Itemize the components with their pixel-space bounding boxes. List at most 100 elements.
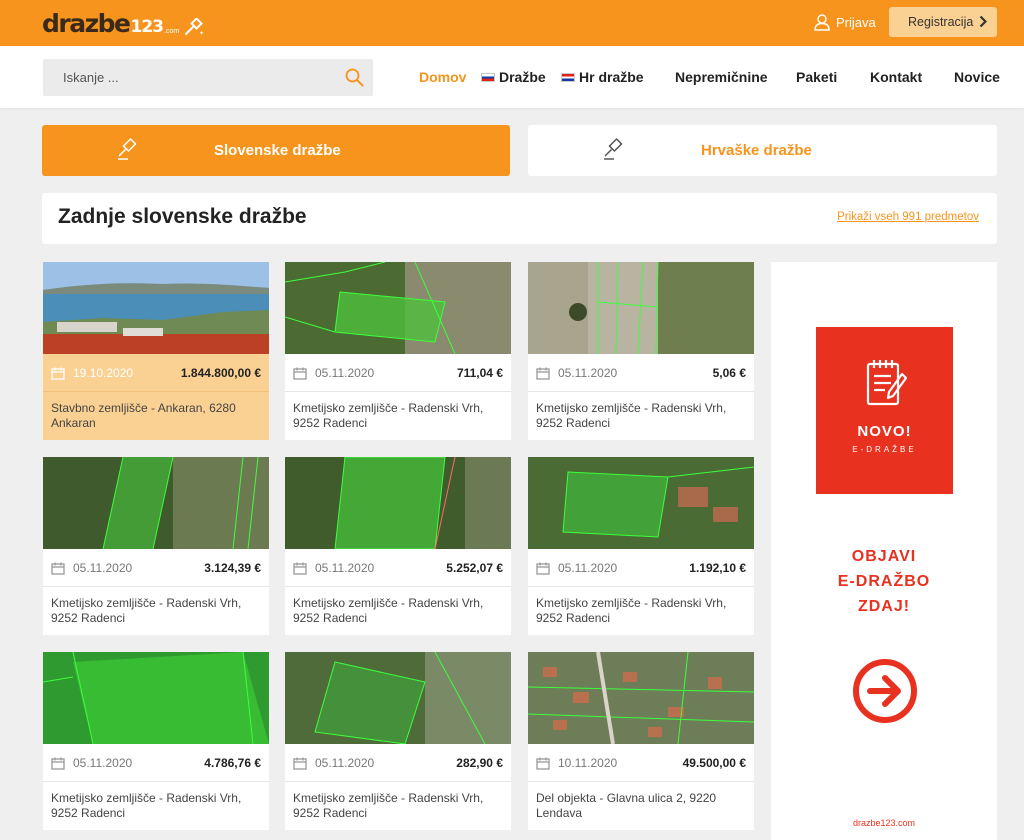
listing-card[interactable]: 05.11.2020 1.192,10 € Kmetijsko zemljišč…: [528, 457, 754, 635]
listing-title: Kmetijsko zemljišče - Radenski Vrh, 9252…: [293, 596, 484, 625]
register-button[interactable]: Registracija: [889, 7, 997, 37]
listing-title: Del objekta - Glavna ulica 2, 9220 Lenda…: [536, 791, 717, 820]
listing-title: Kmetijsko zemljišče - Radenski Vrh, 9252…: [293, 401, 484, 430]
listing-card[interactable]: 10.11.2020 49.500,00 € Del objekta - Gla…: [528, 652, 754, 830]
svg-text:✦: ✦: [199, 30, 204, 36]
nav-packages-label: Paketi: [796, 69, 838, 85]
listing-date: 05.11.2020: [315, 561, 375, 575]
listing-date: 10.11.2020: [558, 756, 618, 770]
ad-new-auctions-box[interactable]: NOVO! E-DRAŽBE: [816, 327, 953, 494]
listing-card[interactable]: 05.11.2020 3.124,39 € Kmetijsko zemljišč…: [43, 457, 269, 635]
gavel-icon: ✦: [185, 18, 204, 36]
ad-cta-line: ZDAJ!: [857, 598, 911, 615]
listing-meta: 05.11.2020 3.124,39 €: [43, 549, 269, 587]
listing-title: Stavbno zemljišče - Ankaran, 6280 Ankara…: [51, 401, 236, 430]
nav-contact[interactable]: Kontakt: [870, 68, 922, 86]
listing-card[interactable]: 05.11.2020 5.252,07 € Kmetijsko zemljišč…: [285, 457, 511, 635]
tab-croatian-label: Hrvaške dražbe: [701, 142, 812, 159]
ad-cta-line: OBJAVI: [851, 548, 917, 565]
listing-price: 4.786,76 €: [204, 756, 261, 770]
calendar-icon: [51, 757, 65, 770]
ad-edrazbe-text: E-DRAŽBE: [852, 445, 917, 454]
gavel-icon: [118, 138, 137, 160]
listing-meta: 19.10.2020 1.844.800,00 €: [43, 354, 269, 392]
listing-card[interactable]: 05.11.2020 282,90 € Kmetijsko zemljišče …: [285, 652, 511, 830]
listing-image: [285, 652, 511, 744]
calendar-icon: [536, 367, 550, 380]
listing-image: [43, 457, 269, 549]
site-logo[interactable]: drazbe 123 .com ✦: [42, 10, 205, 38]
listing-card[interactable]: 19.10.2020 1.844.800,00 € Stavbno zemlji…: [43, 262, 269, 440]
listing-image: [43, 652, 269, 744]
listing-image: [285, 262, 511, 354]
nav-bar: Domov Dražbe Hr dražbe Nepremičnine Pake…: [0, 46, 1024, 108]
nav-packages[interactable]: Paketi: [796, 68, 837, 86]
tab-croatian-auctions[interactable]: Hrvaške dražbe: [528, 125, 997, 176]
nav-hr-auctions[interactable]: Hr dražbe: [561, 68, 644, 86]
calendar-icon: [293, 562, 307, 575]
nav-real-estate-label: Nepremičnine: [675, 69, 768, 85]
listing-date: 05.11.2020: [558, 561, 618, 575]
nav-hr-auctions-label: Hr dražbe: [579, 69, 644, 85]
listing-image: [528, 457, 754, 549]
calendar-icon: [293, 367, 307, 380]
listing-card[interactable]: 05.11.2020 5,06 € Kmetijsko zemljišče - …: [528, 262, 754, 440]
register-label: Registracija: [908, 15, 974, 29]
listing-title: Kmetijsko zemljišče - Radenski Vrh, 9252…: [293, 791, 484, 820]
calendar-icon: [536, 757, 550, 770]
ad-banner: NOVO! E-DRAŽBE OBJAVI E-DRAŽBO ZDAJ! dra…: [771, 262, 997, 840]
listing-title: Kmetijsko zemljišče - Radenski Vrh, 9252…: [536, 401, 727, 430]
listing-title: Kmetijsko zemljišče - Radenski Vrh, 9252…: [51, 596, 242, 625]
ad-novo-text: NOVO!: [857, 423, 912, 440]
nav-home-label: Domov: [419, 69, 467, 85]
listing-card[interactable]: 05.11.2020 711,04 € Kmetijsko zemljišče …: [285, 262, 511, 440]
section-header: Zadnje slovenske dražbe Prikaži vseh 991…: [42, 193, 997, 244]
listing-image: [43, 262, 269, 354]
listing-date: 05.11.2020: [315, 366, 375, 380]
nav-home[interactable]: Domov: [419, 68, 466, 86]
listing-date: 05.11.2020: [315, 756, 375, 770]
tab-slovenian-auctions[interactable]: Slovenske dražbe: [42, 125, 510, 176]
listing-price: 1.192,10 €: [689, 561, 746, 575]
slovenia-flag-icon: [481, 72, 495, 82]
listing-date: 05.11.2020: [558, 366, 618, 380]
search-input[interactable]: [43, 59, 323, 96]
logo-text: drazbe: [42, 9, 131, 38]
logo-number: 123: [130, 17, 164, 37]
login-link[interactable]: Prijava: [814, 12, 876, 32]
listing-date: 19.10.2020: [73, 366, 134, 380]
top-bar: drazbe 123 .com ✦ Prijava Registracija: [0, 0, 1024, 46]
show-all-link[interactable]: Prikaži vseh 991 predmetov: [837, 211, 979, 223]
listing-price: 3.124,39 €: [204, 561, 261, 575]
listing-meta: 05.11.2020 5,06 €: [528, 354, 754, 392]
search-icon[interactable]: [345, 68, 364, 87]
listing-meta: 05.11.2020 711,04 €: [285, 354, 511, 392]
search-box: [43, 59, 373, 96]
nav-news-label: Novice: [954, 69, 1000, 85]
listing-meta: 05.11.2020 282,90 €: [285, 744, 511, 782]
logo-domain: .com: [164, 28, 180, 35]
user-icon: [814, 13, 830, 31]
listing-image: [528, 652, 754, 744]
nav-auctions[interactable]: Dražbe: [481, 68, 546, 86]
tab-slovenian-label: Slovenske dražbe: [214, 142, 341, 159]
login-label: Prijava: [836, 14, 876, 30]
listing-price: 49.500,00 €: [682, 756, 746, 770]
listing-title: Kmetijsko zemljišče - Radenski Vrh, 9252…: [51, 791, 242, 820]
croatia-flag-icon: [561, 72, 575, 82]
calendar-icon: [536, 562, 550, 575]
listing-date: 05.11.2020: [73, 756, 133, 770]
ad-url[interactable]: drazbe123.com: [771, 818, 997, 828]
listing-title: Kmetijsko zemljišče - Radenski Vrh, 9252…: [536, 596, 727, 625]
listing-image: [528, 262, 754, 354]
nav-real-estate[interactable]: Nepremičnine: [675, 68, 768, 86]
listing-price: 1.844.800,00 €: [180, 366, 261, 380]
listing-meta: 05.11.2020 4.786,76 €: [43, 744, 269, 782]
arrow-circle-right-icon[interactable]: [851, 657, 919, 725]
listing-date: 05.11.2020: [73, 561, 133, 575]
nav-news[interactable]: Novice: [954, 68, 1000, 86]
gavel-icon: [604, 138, 623, 160]
section-title: Zadnje slovenske dražbe: [58, 205, 307, 228]
calendar-icon: [51, 367, 65, 380]
listing-card[interactable]: 05.11.2020 4.786,76 € Kmetijsko zemljišč…: [43, 652, 269, 830]
